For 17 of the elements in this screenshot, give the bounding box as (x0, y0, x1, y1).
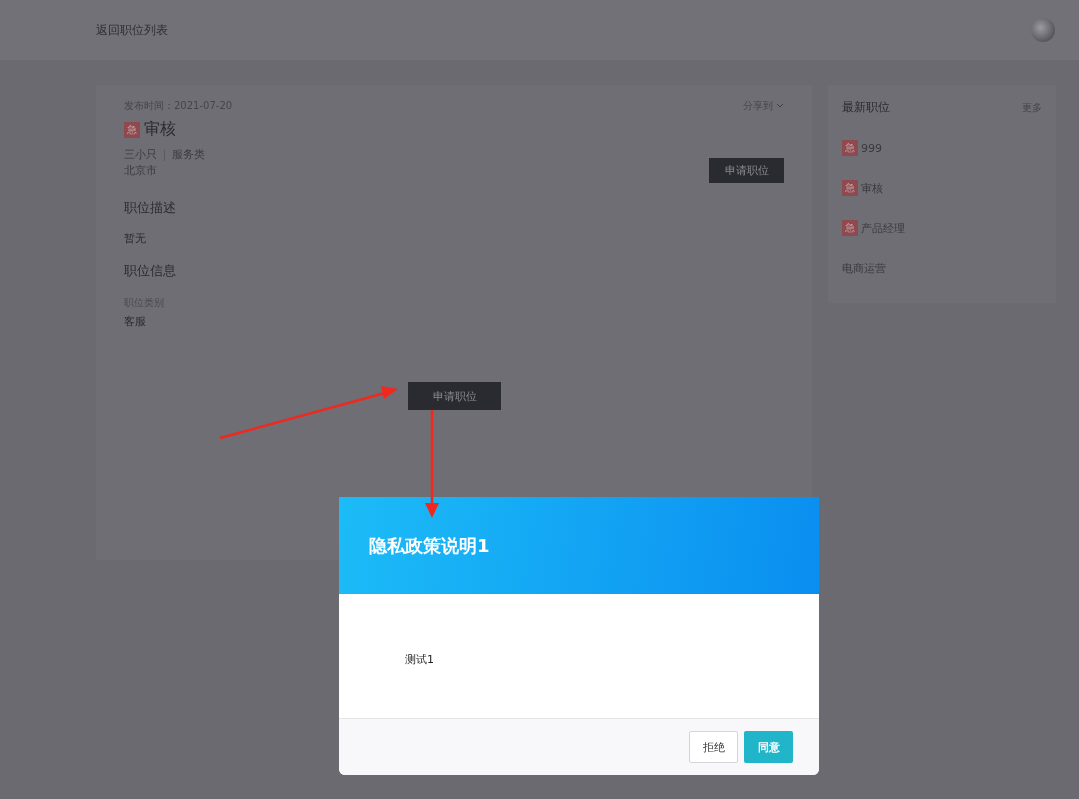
section-text: 暂无 (124, 231, 147, 246)
urgent-badge: 急 (124, 121, 140, 138)
apply-button[interactable]: 申请职位 (709, 158, 784, 183)
urgent-badge: 急 (842, 140, 858, 156)
panel-title: 最新职位 (842, 99, 890, 116)
dialog-text: 测试1 (405, 653, 434, 666)
field-value: 客服 (124, 314, 147, 329)
urgent-badge: 急 (842, 180, 858, 196)
back-link[interactable]: 返回职位列表 (96, 21, 168, 39)
job-title: 审核 (144, 119, 176, 140)
dialog-title: 隐私政策说明1 (369, 533, 490, 558)
decline-button[interactable]: 拒绝 (689, 731, 738, 763)
urgent-badge: 急 (842, 220, 858, 236)
section-heading: 职位信息 (124, 262, 177, 280)
agree-button[interactable]: 同意 (744, 731, 793, 763)
apply-button[interactable]: 申请职位 (408, 382, 501, 410)
section-heading: 职位描述 (124, 199, 177, 217)
